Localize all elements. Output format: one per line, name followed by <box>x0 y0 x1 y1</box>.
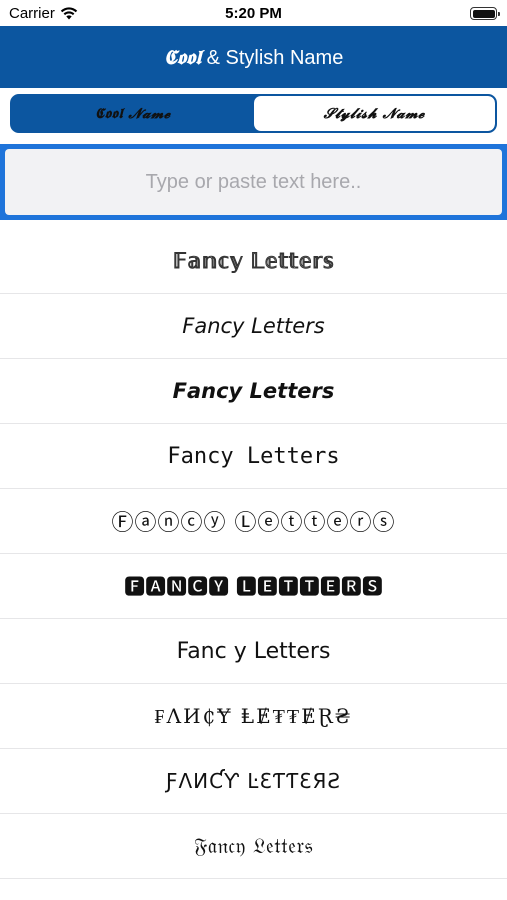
text-input-container <box>0 144 507 220</box>
style-item-text: 𝙁𝙖𝙣𝙘𝙮 𝙇𝙚𝙩𝙩𝙚𝙧𝙨 <box>172 379 335 403</box>
style-item-text: Fanc y Letters <box>176 638 331 664</box>
text-input[interactable] <box>5 149 502 215</box>
style-item-fraktur[interactable]: 𝔉𝔞𝔫𝔠𝔶 𝔏𝔢𝔱𝔱𝔢𝔯𝔰 <box>0 814 507 879</box>
style-item-bold-italic[interactable]: 𝙁𝙖𝙣𝙘𝙮 𝙇𝙚𝙩𝙩𝙚𝙧𝙨 <box>0 359 507 424</box>
style-item-squared[interactable]: 🅵🅰🅽🅲🆈 🅻🅴🆃🆃🅴🆁🆂 <box>0 554 507 619</box>
segment-cool-name[interactable]: 𝕮𝖔𝖔𝖑 𝓝𝓪𝓶𝓮 <box>12 96 254 131</box>
status-time: 5:20 PM <box>225 5 282 22</box>
style-item-text: 𝔉𝔞𝔫𝔠𝔶 𝔏𝔢𝔱𝔱𝔢𝔯𝔰 <box>194 833 313 858</box>
style-item-greek[interactable]: ƑΛИƇƳ ĿƐƬƬƐЯƧ <box>0 749 507 814</box>
battery-icon <box>470 7 500 20</box>
styles-list: 𝔽𝕒𝕟𝕔𝕪 𝕃𝕖𝕥𝕥𝕖𝕣𝕤 𝘍𝘢𝘯𝘤𝘺 𝘓𝘦𝘵𝘵𝘦𝘳𝘴 𝙁𝙖𝙣𝙘𝙮 𝙇𝙚𝙩𝙩𝙚𝙧… <box>0 229 507 879</box>
style-item-text: 𝙵𝚊𝚗𝚌𝚢 𝙻𝚎𝚝𝚝𝚎𝚛𝚜 <box>167 443 340 469</box>
segment-stylish-name[interactable]: 𝓢𝓽𝔂𝓵𝓲𝓼𝓱 𝓝𝓪𝓶𝓮 <box>253 96 495 131</box>
style-item-italic[interactable]: 𝘍𝘢𝘯𝘤𝘺 𝘓𝘦𝘵𝘵𝘦𝘳𝘴 <box>0 294 507 359</box>
style-item-text: 🅵🅰🅽🅲🆈 🅻🅴🆃🆃🅴🆁🆂 <box>124 575 383 599</box>
style-item-text: Ⓕⓐⓝⓒⓨ Ⓛⓔⓣⓣⓔⓡⓢ <box>111 511 396 536</box>
style-item-text: 𝔽𝕒𝕟𝕔𝕪 𝕃𝕖𝕥𝕥𝕖𝕣𝕤 <box>172 249 335 274</box>
navigation-bar: 𝕮𝖔𝖔𝖑 & Stylish Name <box>0 26 507 88</box>
style-item-outline[interactable]: 𝔽𝕒𝕟𝕔𝕪 𝕃𝕖𝕥𝕥𝕖𝕣𝕤 <box>0 229 507 294</box>
style-item-text: ₣ΛИ₵Ɏ ⱠɆ₮₮ɆⱤ₴ <box>154 703 353 728</box>
text-input-box <box>5 149 502 215</box>
style-item-currency[interactable]: ₣ΛИ₵Ɏ ⱠɆ₮₮ɆⱤ₴ <box>0 684 507 749</box>
style-item-monospace[interactable]: 𝙵𝚊𝚗𝚌𝚢 𝙻𝚎𝚝𝚝𝚎𝚛𝚜 <box>0 424 507 489</box>
style-item-circled[interactable]: Ⓕⓐⓝⓒⓨ Ⓛⓔⓣⓣⓔⓡⓢ <box>0 489 507 554</box>
style-item-strikethrough[interactable]: Fanc y Letters <box>0 619 507 684</box>
segmented-control: 𝕮𝖔𝖔𝖑 𝓝𝓪𝓶𝓮 𝓢𝓽𝔂𝓵𝓲𝓼𝓱 𝓝𝓪𝓶𝓮 <box>10 94 497 133</box>
nav-title-rest: & Stylish Name <box>201 46 344 69</box>
status-bar: Carrier 5:20 PM <box>0 0 507 26</box>
nav-title-fancy: 𝕮𝖔𝖔𝖑 <box>163 44 202 69</box>
style-item-text: ƑΛИƇƳ ĿƐƬƬƐЯƧ <box>165 769 342 793</box>
style-item-text: 𝘍𝘢𝘯𝘤𝘺 𝘓𝘦𝘵𝘵𝘦𝘳𝘴 <box>182 314 325 338</box>
nav-title: 𝕮𝖔𝖔𝖑 & Stylish Name <box>164 45 344 70</box>
